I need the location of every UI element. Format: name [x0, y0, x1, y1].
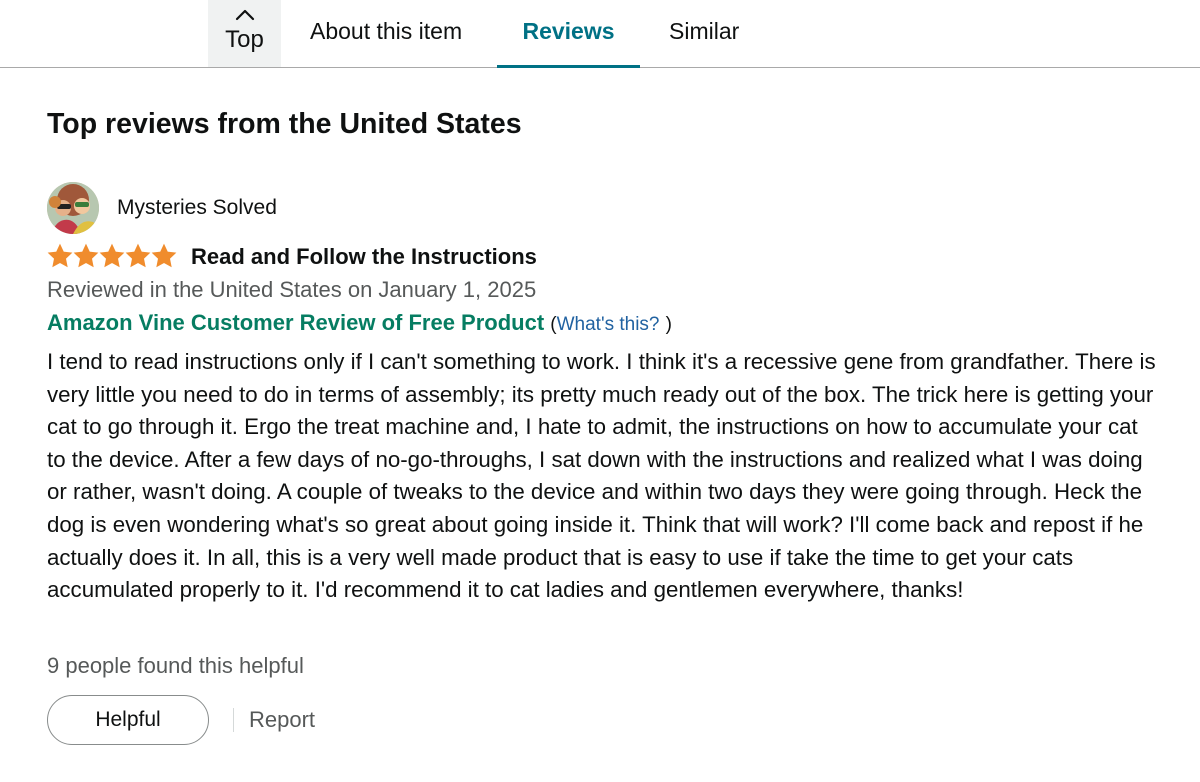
- vine-badge-line: Amazon Vine Customer Review of Free Prod…: [47, 308, 672, 340]
- star-icon: [47, 243, 73, 268]
- divider: [233, 708, 234, 732]
- tab-bar: Top About this item Reviews Similar: [0, 0, 1200, 68]
- reviewer-name[interactable]: Mysteries Solved: [117, 193, 277, 223]
- vine-label: Amazon Vine Customer Review of Free Prod…: [47, 310, 545, 335]
- chevron-up-icon: [235, 9, 254, 21]
- vine-paren-close: ): [665, 314, 672, 335]
- tab-reviews[interactable]: Reviews: [497, 0, 640, 68]
- back-to-top-tab[interactable]: Top: [208, 0, 281, 67]
- review-body: I tend to read instructions only if I ca…: [47, 349, 1156, 603]
- star-icon: [151, 243, 177, 268]
- back-to-top-label: Top: [225, 26, 264, 53]
- star-icon: [99, 243, 125, 268]
- star-icon: [125, 243, 151, 268]
- helpful-button[interactable]: Helpful: [47, 695, 209, 745]
- helpful-count: 9 people found this helpful: [47, 653, 304, 678]
- section-title: Top reviews from the United States: [47, 108, 522, 140]
- review-date: Reviewed in the United States on January…: [47, 277, 537, 302]
- star-icon: [73, 243, 99, 268]
- star-rating[interactable]: [47, 243, 177, 270]
- profile-avatar-icon: [47, 182, 99, 234]
- tab-similar[interactable]: Similar: [669, 14, 739, 48]
- whats-this-link[interactable]: What's this?: [557, 314, 660, 335]
- report-link[interactable]: Report: [249, 705, 315, 735]
- reviewer-avatar[interactable]: [47, 182, 99, 234]
- review-title[interactable]: Read and Follow the Instructions: [191, 242, 537, 272]
- tab-about-this-item[interactable]: About this item: [310, 14, 462, 48]
